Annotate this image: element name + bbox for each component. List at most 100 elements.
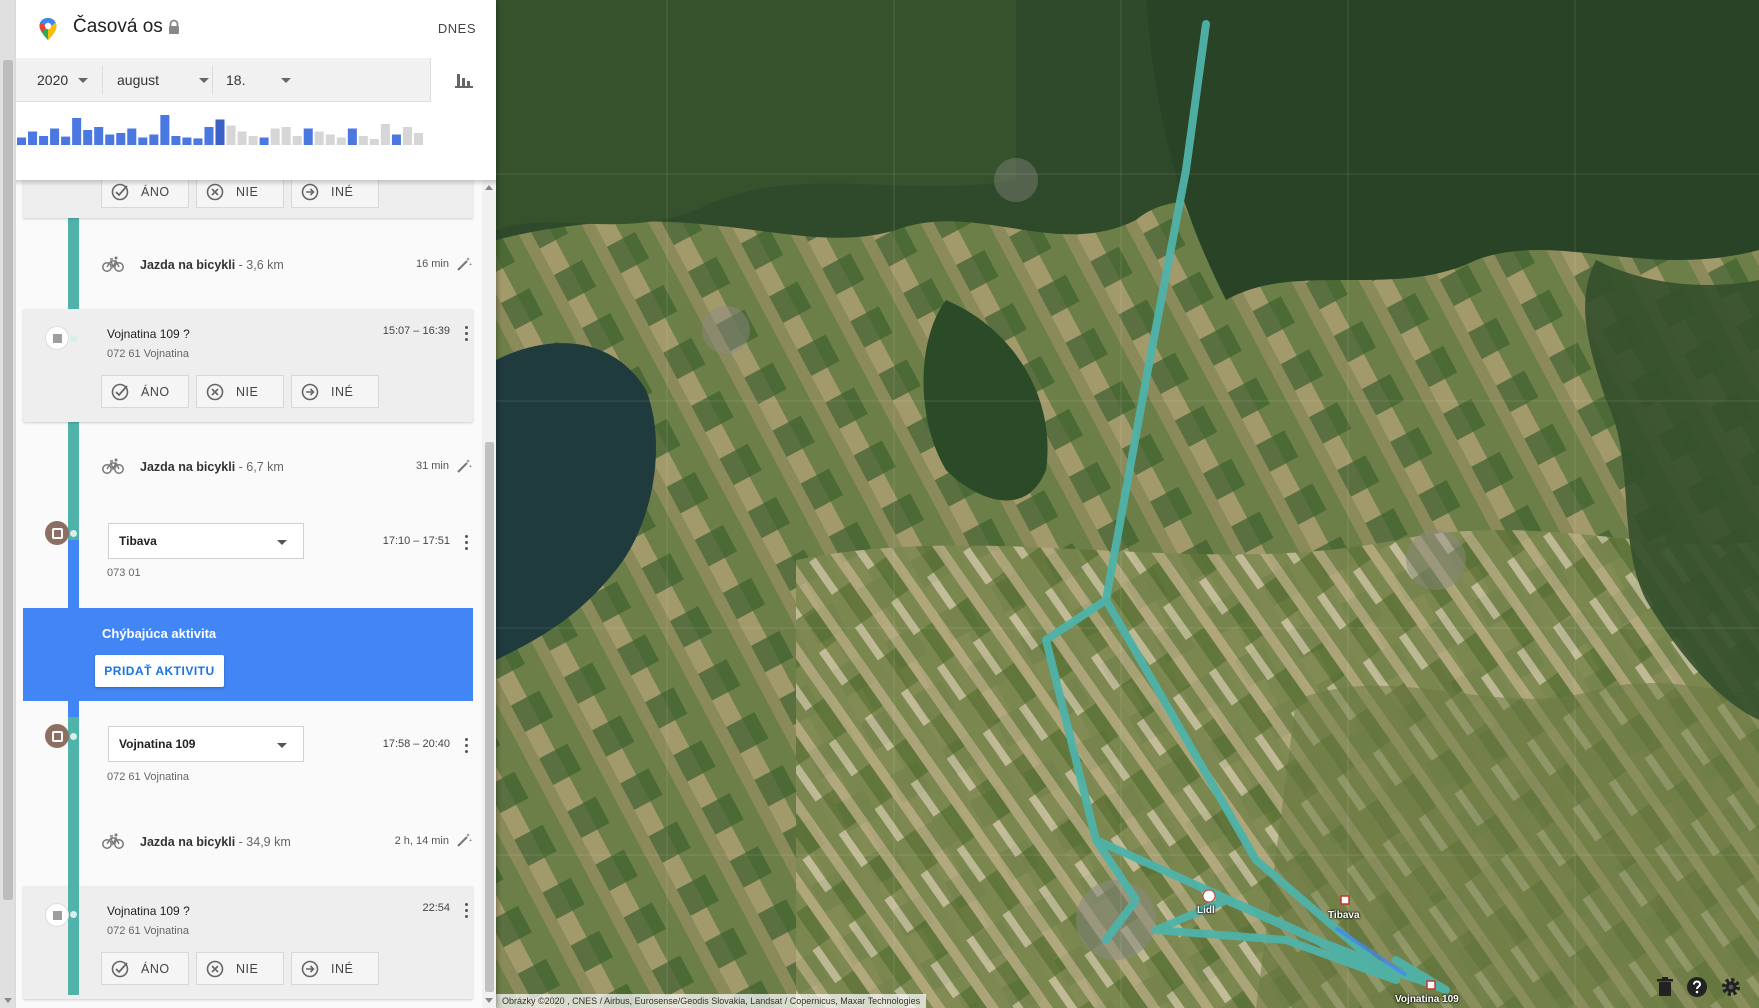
close-circle-icon — [206, 960, 224, 977]
trash-icon[interactable] — [1654, 976, 1676, 998]
chart-toggle-button[interactable] — [430, 58, 496, 102]
histogram-bar[interactable] — [270, 128, 280, 146]
histogram-bar[interactable] — [28, 131, 38, 146]
histogram-bar[interactable] — [281, 127, 291, 145]
no-label: NIE — [236, 961, 259, 976]
chevron-down-icon — [277, 540, 287, 545]
histogram-bar[interactable] — [369, 139, 379, 145]
year-select[interactable]: 2020 — [37, 58, 89, 102]
missing-activity-card: Chýbajúca aktivita PRIDAŤ AKTIVITU — [23, 608, 473, 701]
magic-wand-icon[interactable] — [456, 832, 472, 848]
histogram-bar[interactable] — [237, 131, 247, 146]
magic-wand-icon[interactable] — [456, 458, 472, 474]
histogram-bar[interactable] — [61, 136, 71, 145]
window-scrollbar[interactable] — [0, 0, 16, 1008]
histogram-chart[interactable] — [16, 102, 496, 164]
yes-label: ÁNO — [141, 184, 170, 199]
scrollbar-thumb[interactable] — [485, 442, 494, 992]
check-circle-icon — [111, 383, 129, 400]
yes-button[interactable]: ÁNO — [101, 952, 189, 985]
place-name[interactable]: Vojnatina 109 ? — [107, 904, 190, 918]
map-label-lidl[interactable]: Lidl — [1197, 905, 1215, 916]
histogram-bar[interactable] — [105, 134, 115, 146]
histogram-bar[interactable] — [17, 137, 27, 146]
place-address: 072 61 Vojnatina — [107, 348, 189, 360]
place-badge-icon — [45, 521, 69, 545]
arrow-circle-icon — [301, 383, 319, 400]
histogram-bar[interactable] — [358, 136, 368, 145]
day-value: 18. — [226, 72, 246, 88]
map-label-tibava[interactable]: Tibava — [1328, 910, 1360, 921]
activity-name: Jazda na bicykli — [140, 835, 236, 849]
histogram-bar[interactable] — [160, 115, 170, 145]
timeline-line-missing — [68, 608, 79, 701]
day-select[interactable]: 18. — [226, 58, 291, 102]
timeline-dot — [70, 911, 77, 918]
histogram-bar[interactable] — [226, 125, 236, 146]
histogram-bar[interactable] — [94, 127, 104, 145]
histogram-bar[interactable] — [171, 136, 181, 145]
other-button[interactable]: INÉ — [291, 375, 379, 408]
map-label-vojnatina[interactable]: Vojnatina 109 — [1395, 994, 1459, 1005]
chevron-down-icon — [78, 77, 89, 83]
activity-distance: - 6,7 km — [238, 460, 284, 474]
histogram-bar[interactable] — [204, 127, 214, 145]
add-activity-button[interactable]: PRIDAŤ AKTIVITU — [95, 655, 224, 687]
more-vert-icon[interactable] — [465, 903, 469, 919]
histogram-bar[interactable] — [314, 131, 324, 146]
histogram-bar[interactable] — [193, 138, 203, 145]
histogram-bar[interactable] — [259, 137, 269, 146]
map-view[interactable]: Lidl Tibava Vojnatina 109 Obrázky ©2020 … — [496, 0, 1759, 1008]
histogram-bar[interactable] — [116, 133, 126, 145]
histogram-bar[interactable] — [413, 133, 423, 145]
help-icon[interactable] — [1686, 976, 1708, 998]
histogram-bar[interactable] — [50, 128, 60, 146]
timeline-scrollbar[interactable] — [482, 180, 496, 1008]
place-name[interactable]: Vojnatina 109 ? — [107, 327, 190, 341]
no-button[interactable]: NIE — [196, 375, 284, 408]
histogram-bar[interactable] — [72, 118, 82, 145]
more-vert-icon[interactable] — [465, 535, 469, 551]
histogram-bar[interactable] — [149, 134, 159, 146]
more-vert-icon[interactable] — [465, 326, 469, 342]
histogram-bar[interactable] — [336, 137, 346, 146]
histogram-bar[interactable] — [380, 124, 390, 145]
histogram-bar[interactable] — [215, 119, 225, 146]
histogram-bar[interactable] — [325, 134, 335, 146]
histogram-bar[interactable] — [83, 130, 93, 145]
histogram-bar[interactable] — [292, 136, 302, 145]
histogram-bar[interactable] — [248, 136, 258, 145]
window-scroll-down[interactable] — [4, 998, 12, 1003]
histogram-bar[interactable] — [127, 128, 137, 146]
month-histogram[interactable] — [16, 102, 496, 164]
histogram-bar[interactable] — [303, 128, 313, 146]
lock-icon[interactable] — [167, 19, 181, 35]
yes-button[interactable]: ÁNO — [101, 375, 189, 408]
no-label: NIE — [236, 184, 259, 199]
histogram-bar[interactable] — [347, 128, 357, 146]
timeline-list[interactable]: ÁNO NIE INÉ Jazda na bicykli - 3,6 km 16… — [16, 180, 496, 1008]
month-select[interactable]: august — [117, 58, 209, 102]
magic-wand-icon[interactable] — [456, 256, 472, 272]
activity-name: Jazda na bicykli — [140, 460, 236, 474]
histogram-bar[interactable] — [402, 127, 412, 145]
scroll-down-icon[interactable] — [485, 998, 493, 1003]
histogram-bar[interactable] — [39, 136, 49, 145]
gear-icon[interactable] — [1720, 976, 1742, 998]
histogram-bar[interactable] — [138, 137, 148, 146]
place-card[interactable]: ÁNO NIE INÉ — [23, 886, 473, 999]
activity-label[interactable]: Jazda na bicykli - 34,9 km — [140, 835, 291, 849]
bicycle-icon — [102, 833, 124, 849]
other-button[interactable]: INÉ — [291, 952, 379, 985]
activity-label[interactable]: Jazda na bicykli - 6,7 km — [140, 460, 284, 474]
satellite-map[interactable] — [496, 0, 1759, 1008]
today-button[interactable]: DNES — [438, 21, 476, 36]
more-vert-icon[interactable] — [465, 738, 469, 754]
place-select[interactable]: Vojnatina 109 — [108, 726, 304, 762]
window-scrollbar-thumb[interactable] — [3, 60, 13, 900]
other-label: INÉ — [331, 384, 354, 399]
histogram-bar[interactable] — [182, 137, 192, 146]
histogram-bar[interactable] — [391, 134, 401, 146]
no-button[interactable]: NIE — [196, 952, 284, 985]
place-select[interactable]: Tibava — [108, 523, 304, 559]
